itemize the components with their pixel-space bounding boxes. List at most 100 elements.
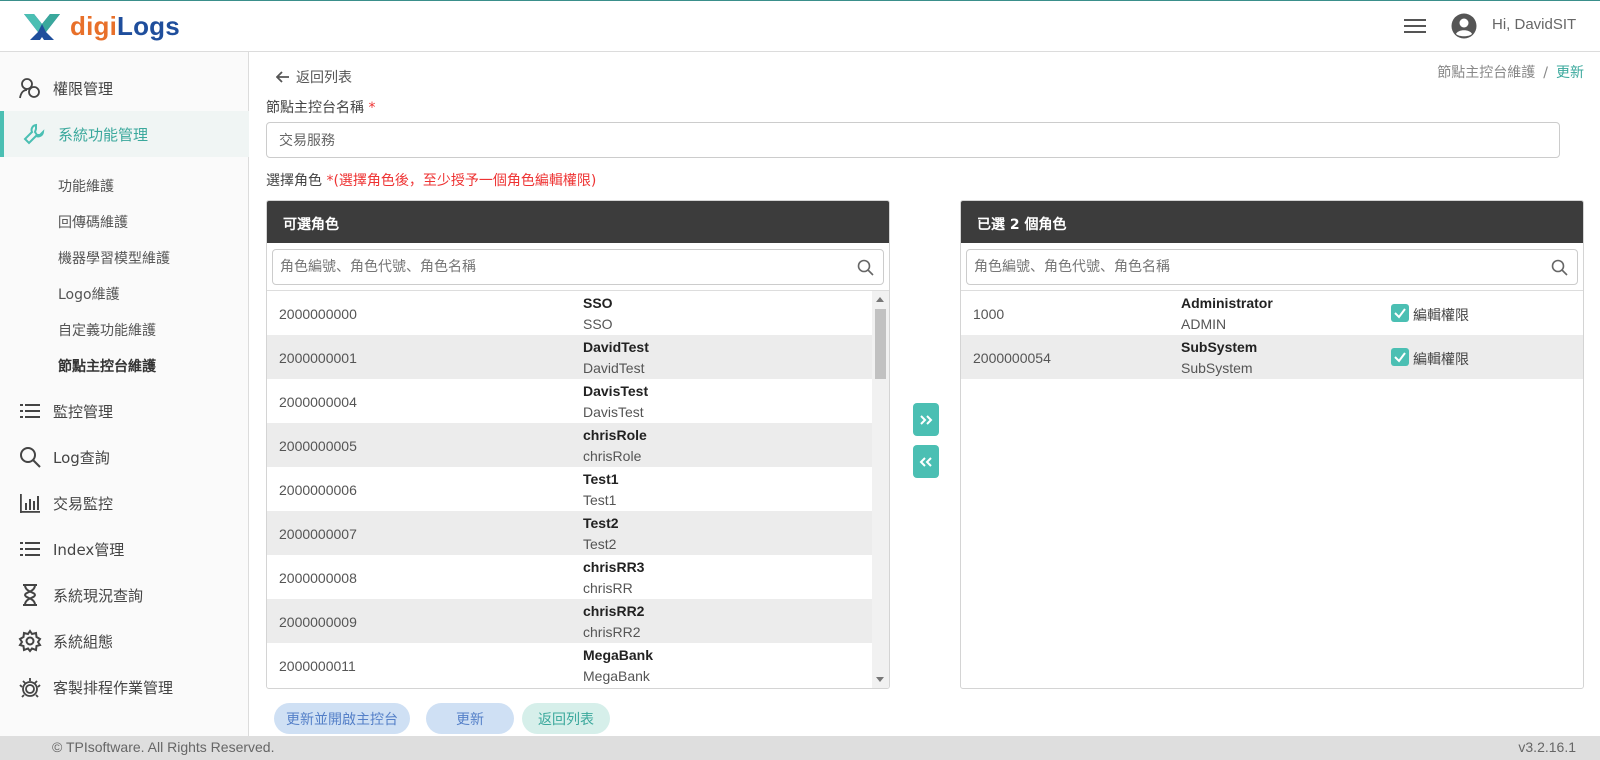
sidebar-item-label: 客製排程作業管理: [53, 678, 174, 697]
list-scrollbar[interactable]: [872, 291, 889, 688]
sub-item-node-console[interactable]: 節點主控台維護: [58, 356, 156, 376]
selected-role-row[interactable]: 2000000054 SubSystem SubSystem 編輯權限: [961, 335, 1583, 379]
role-row[interactable]: 2000000000 SSO SSO: [267, 291, 872, 335]
user-avatar-icon[interactable]: [1451, 13, 1477, 39]
sidebar-item-label: 權限管理: [53, 79, 114, 98]
available-roles-list: 2000000000 SSO SSO 2000000001 DavidTest Davi…: [267, 291, 872, 688]
back-to-list-button[interactable]: 返回列表: [522, 703, 610, 734]
role-name: DavisTest: [583, 383, 649, 399]
add-roles-button[interactable]: [913, 403, 939, 436]
scroll-down-arrow-icon[interactable]: [876, 677, 884, 682]
logo-mark-icon: [24, 14, 60, 40]
version-text: v3.2.16.1: [1518, 739, 1576, 755]
search-icon: [20, 447, 41, 468]
selected-search-box: [966, 249, 1578, 285]
remove-roles-button[interactable]: [913, 445, 939, 478]
selected-roles-title: 已選 2 個角色: [961, 201, 1583, 243]
app-header: digiLogs Hi, DavidSIT: [0, 1, 1600, 52]
scroll-up-arrow-icon[interactable]: [876, 297, 884, 302]
role-name: DavidTest: [583, 339, 649, 355]
role-row[interactable]: 2000000008 chrisRR3 chrisRR: [267, 555, 872, 599]
sidebar-item-monitoring[interactable]: 監控管理: [0, 388, 249, 434]
role-name: MegaBank: [583, 647, 654, 663]
sidebar-item-label: 系統組態: [53, 632, 114, 651]
gear-icon: [18, 629, 42, 653]
edit-permission-checkbox[interactable]: [1391, 348, 1409, 366]
sidebar: 權限管理 系統功能管理 功能維護 回傳碼維護 機器學習模型維護 Logo維護 自…: [0, 52, 249, 736]
list-icon: [20, 542, 40, 556]
selected-roles-list: 1000 Administrator ADMIN 編輯權限 2000000054…: [961, 291, 1583, 688]
role-id: 2000000004: [279, 394, 357, 410]
back-to-list-link[interactable]: 返回列表: [276, 67, 352, 87]
console-name-label-text: 節點主控台名稱: [266, 100, 364, 116]
brand-name: digiLogs: [70, 11, 180, 42]
role-id: 2000000007: [279, 526, 357, 542]
role-name: Administrator: [1181, 295, 1273, 311]
role-id: 2000000009: [279, 614, 357, 630]
sub-item-function-maintenance[interactable]: 功能維護: [58, 176, 114, 196]
role-code: chrisRR2: [583, 624, 641, 640]
role-hint: *(選擇角色後，至少授予一個角色編輯權限): [326, 173, 597, 189]
sidebar-item-label: 監控管理: [53, 402, 114, 421]
available-roles-panel: 可選角色 2000000000 SSO SSO 2000000001 DavidTes…: [266, 200, 890, 689]
user-greeting[interactable]: Hi, DavidSIT: [1492, 16, 1576, 33]
app-logo[interactable]: digiLogs: [22, 10, 180, 42]
brand-part-1: digi: [70, 10, 118, 41]
role-row[interactable]: 2000000001 DavidTest DavidTest: [267, 335, 872, 379]
breadcrumb: 節點主控台維護 / 更新: [1437, 62, 1584, 82]
update-button[interactable]: 更新: [426, 703, 514, 734]
breadcrumb-parent[interactable]: 節點主控台維護: [1437, 65, 1535, 81]
edit-permission-label[interactable]: 編輯權限: [1413, 305, 1469, 325]
breadcrumb-separator: /: [1543, 65, 1548, 81]
sub-item-return-code[interactable]: 回傳碼維護: [58, 212, 128, 232]
hourglass-icon: [23, 584, 37, 606]
role-name: chrisRR2: [583, 603, 645, 619]
role-name: chrisRole: [583, 427, 647, 443]
role-row[interactable]: 2000000009 chrisRR2 chrisRR2: [267, 599, 872, 643]
required-mark: *: [368, 100, 376, 116]
search-icon[interactable]: [857, 259, 874, 276]
sidebar-item-transaction-monitor[interactable]: 交易監控: [0, 480, 249, 526]
role-id: 2000000006: [279, 482, 357, 498]
selected-role-row[interactable]: 1000 Administrator ADMIN 編輯權限: [961, 291, 1583, 335]
role-row[interactable]: 2000000006 Test1 Test1: [267, 467, 872, 511]
edit-permission-checkbox[interactable]: [1391, 304, 1409, 322]
sidebar-item-permissions[interactable]: 權限管理: [0, 65, 249, 111]
role-name: SubSystem: [1181, 339, 1258, 355]
sidebar-item-system-status[interactable]: 系統現況查詢: [0, 572, 249, 618]
available-roles-title: 可選角色: [267, 201, 889, 243]
sidebar-item-index-management[interactable]: Index管理: [0, 526, 249, 572]
sub-item-custom-function[interactable]: 自定義功能維護: [58, 320, 156, 340]
sidebar-item-system-config[interactable]: 系統組態: [0, 618, 249, 664]
role-row[interactable]: 2000000011 MegaBank MegaBank: [267, 643, 872, 687]
console-name-input[interactable]: [266, 122, 1560, 158]
selected-search-input[interactable]: [967, 250, 1577, 284]
hamburger-menu-icon[interactable]: [1404, 16, 1426, 36]
role-id: 2000000008: [279, 570, 357, 586]
scrollbar-thumb[interactable]: [875, 309, 886, 379]
sub-item-ml-model[interactable]: 機器學習模型維護: [58, 248, 170, 268]
sub-item-logo[interactable]: Logo維護: [58, 284, 120, 304]
update-and-open-console-button[interactable]: 更新並開啟主控台: [274, 703, 410, 734]
edit-permission-label[interactable]: 編輯權限: [1413, 349, 1469, 369]
sidebar-item-label: Index管理: [53, 540, 125, 559]
available-search-input[interactable]: [273, 250, 883, 284]
gear-cluster-icon: [19, 678, 41, 698]
sidebar-item-label: 交易監控: [53, 494, 114, 513]
role-row[interactable]: 2000000005 chrisRole chrisRole: [267, 423, 872, 467]
role-code: ADMIN: [1181, 316, 1227, 332]
available-search-box: [272, 249, 884, 285]
search-icon[interactable]: [1551, 259, 1568, 276]
sidebar-item-system-functions[interactable]: 系統功能管理: [0, 111, 249, 157]
role-name: Test1: [583, 471, 619, 487]
role-label-text: 選擇角色: [266, 173, 322, 189]
user-group-icon: [19, 78, 40, 99]
role-name: SSO: [583, 295, 613, 311]
role-row[interactable]: 2000000004 DavisTest DavisTest: [267, 379, 872, 423]
sidebar-item-label: Log查詢: [53, 448, 110, 467]
selected-roles-panel: 已選 2 個角色 1000 Administrator ADMIN 編輯權限 2…: [960, 200, 1584, 689]
role-code: chrisRR: [583, 580, 633, 596]
role-row[interactable]: 2000000007 Test2 Test2: [267, 511, 872, 555]
sidebar-item-custom-schedule[interactable]: 客製排程作業管理: [0, 664, 249, 710]
sidebar-item-log-query[interactable]: Log查詢: [0, 434, 249, 480]
